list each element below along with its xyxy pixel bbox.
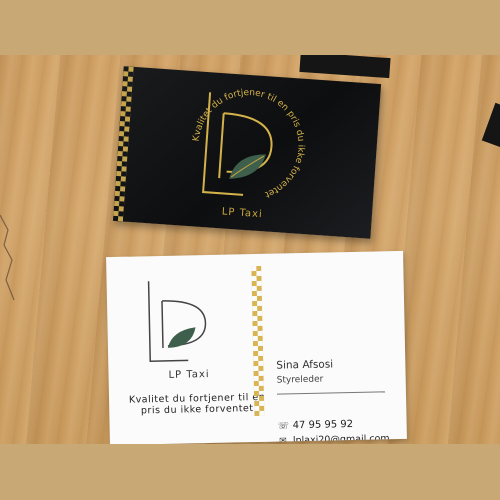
black-business-card: Kvalitet du fortjener til en pris du ikk… (112, 66, 382, 239)
envelope-icon: ✉ (279, 435, 287, 444)
gold-checker-strip (112, 66, 134, 222)
table-crack (0, 214, 15, 301)
background-card-edge (299, 55, 391, 79)
divider (276, 391, 385, 395)
phone-number: 47 95 95 92 (292, 418, 354, 432)
leaf-icon (167, 327, 196, 348)
email-row: ✉ lplaxi20@gmail.com (278, 433, 390, 444)
white-card-brand: LP Taxi (168, 368, 210, 381)
white-card-tagline: Kvalitet du fortjener til en pris du ikk… (128, 391, 266, 417)
gold-checker-strip (251, 265, 265, 417)
contact-name: Sina Afsosi (276, 358, 334, 372)
background-card-corner (481, 102, 500, 148)
top-frame-band (0, 0, 500, 55)
bottom-frame-band (0, 444, 500, 500)
phone-icon: ☏ (277, 420, 290, 432)
contact-role: Styreleder (276, 374, 324, 386)
white-business-card: LP Taxi Kvalitet du fortjener til en pri… (106, 250, 407, 444)
photo: Kvalitet du fortjener til en pris du ikk… (0, 55, 500, 444)
lp-logo-dark (147, 281, 207, 362)
phone-row: ☏ 47 95 95 92 (278, 419, 354, 432)
email-address: lplaxi20@gmail.com (292, 433, 390, 444)
